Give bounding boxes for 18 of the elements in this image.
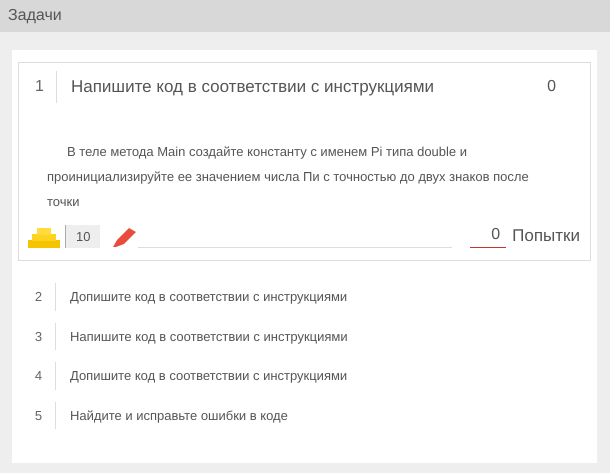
- task-number: 1: [27, 71, 57, 103]
- task-title[interactable]: Допишите код в соответствии с инструкциями: [70, 287, 348, 306]
- task-title[interactable]: Напишите код в соответствии с инструкциями: [71, 74, 548, 100]
- task-description: В теле метода Main создайте константу с именем Pi типа double и проинициализируйте ее значением числа Пи с точностью до двух знаков после точки: [46, 143, 530, 211]
- points-value: 10: [65, 224, 100, 248]
- task-title[interactable]: Напишите код в соответствии с инструкциями: [70, 326, 348, 346]
- task-number: 3: [26, 322, 56, 350]
- task-score: 0: [547, 77, 556, 97]
- attempts-label: Попытки: [512, 224, 580, 246]
- task-number: 5: [26, 402, 56, 429]
- attempts-count: 0: [470, 223, 506, 248]
- ingots-icon: [27, 226, 61, 248]
- task-title[interactable]: Найдите и исправьте ошибки в коде: [70, 406, 288, 425]
- header-title: Задачи: [8, 7, 62, 24]
- task-number: 4: [26, 362, 56, 390]
- task-title[interactable]: Допишите код в соответствии с инструкциями: [70, 366, 348, 386]
- marker-icon: [112, 226, 138, 248]
- task-number: 2: [26, 283, 56, 310]
